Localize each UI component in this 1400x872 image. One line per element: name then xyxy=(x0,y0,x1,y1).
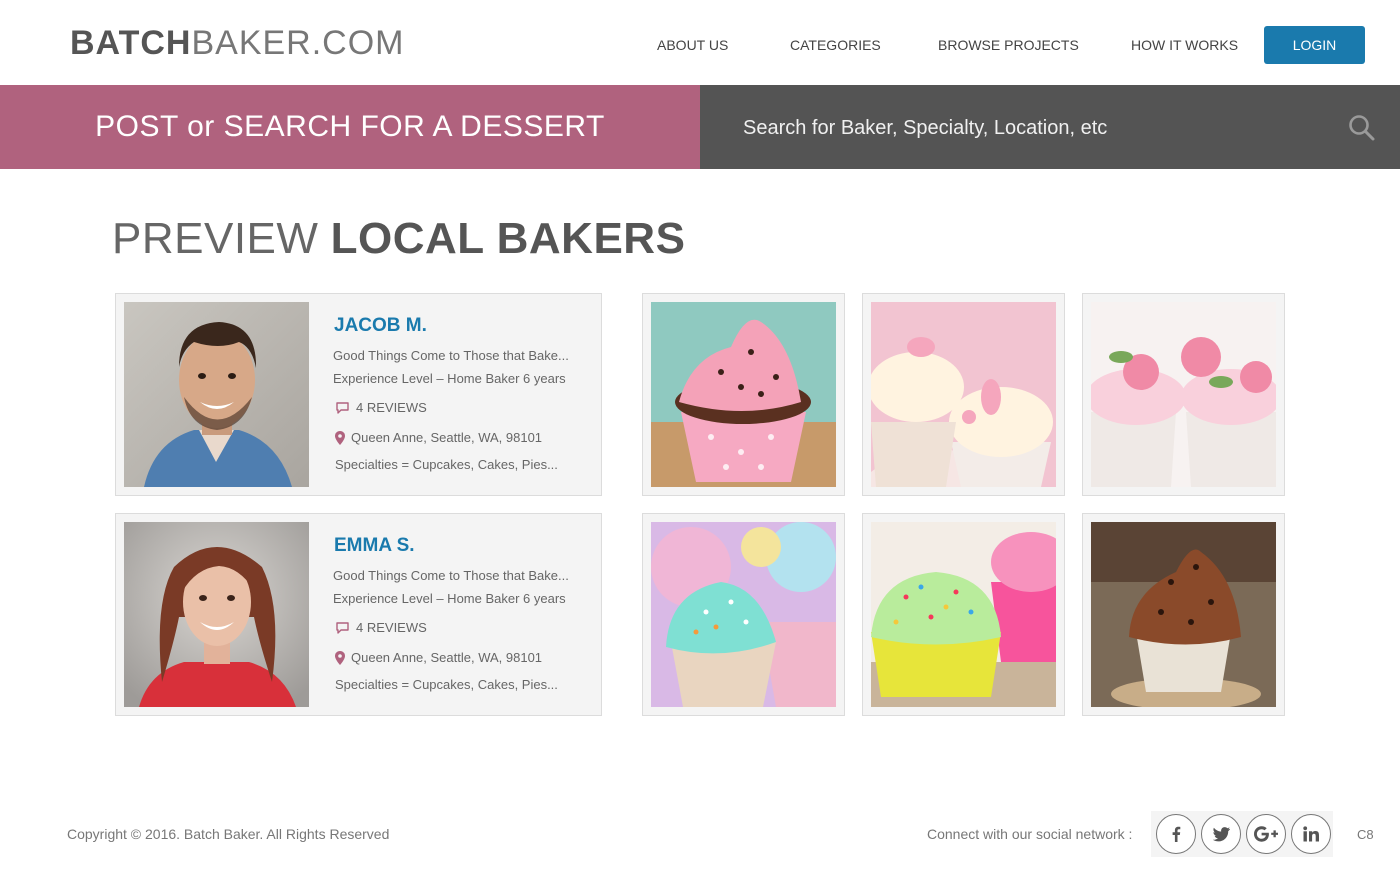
cupcake-image[interactable] xyxy=(1091,522,1276,707)
baker-avatar[interactable] xyxy=(124,302,309,487)
post-search-label: POST or SEARCH FOR A DESSERT xyxy=(95,110,605,143)
social-links xyxy=(1151,811,1333,857)
baker-card[interactable]: JACOB M. Good Things Come to Those that … xyxy=(115,293,602,496)
baker-location-label: Queen Anne, Seattle, WA, 98101 xyxy=(351,650,543,665)
baker-reviews[interactable]: 4 REVIEWS xyxy=(335,400,427,415)
dessert-tile[interactable] xyxy=(1082,293,1285,496)
dessert-tile[interactable] xyxy=(862,513,1065,716)
facebook-icon[interactable] xyxy=(1156,814,1196,854)
site-header: BATCHBAKER.COM ABOUT US CATEGORIES BROWS… xyxy=(0,0,1400,85)
speech-bubble-icon xyxy=(336,622,349,634)
site-logo[interactable]: BATCHBAKER.COM xyxy=(70,24,405,63)
google-plus-icon[interactable] xyxy=(1246,814,1286,854)
dessert-tile[interactable] xyxy=(1082,513,1285,716)
baker-name[interactable]: EMMA S. xyxy=(334,535,415,557)
baker-reviews-label: 4 REVIEWS xyxy=(356,400,427,415)
post-search-banner[interactable]: POST or SEARCH FOR A DESSERT xyxy=(0,85,700,169)
section-title-light: PREVIEW xyxy=(112,214,319,263)
nav-categories[interactable]: CATEGORIES xyxy=(790,37,881,53)
nav-about-us[interactable]: ABOUT US xyxy=(657,37,728,53)
logo-light-text: BAKER.COM xyxy=(191,24,405,62)
dessert-tile[interactable] xyxy=(642,513,845,716)
dessert-tile[interactable] xyxy=(642,293,845,496)
baker-specialties: Specialties = Cupcakes, Cakes, Pies... xyxy=(335,457,558,472)
baker-card[interactable]: EMMA S. Good Things Come to Those that B… xyxy=(115,513,602,716)
baker-experience: Experience Level – Home Baker 6 years xyxy=(333,591,566,606)
cupcake-image[interactable] xyxy=(651,522,836,707)
baker-location: Queen Anne, Seattle, WA, 98101 xyxy=(335,430,542,445)
search-bar xyxy=(700,85,1400,169)
corner-label: C8 xyxy=(1357,827,1374,842)
logo-bold-text: BATCH xyxy=(70,24,192,62)
cupcake-image[interactable] xyxy=(1091,302,1276,487)
speech-bubble-icon xyxy=(336,402,349,414)
baker-location-label: Queen Anne, Seattle, WA, 98101 xyxy=(351,430,543,445)
nav-browse-projects[interactable]: BROWSE PROJECTS xyxy=(938,37,1079,53)
map-pin-icon xyxy=(335,650,345,665)
login-button[interactable]: LOGIN xyxy=(1264,26,1365,64)
linkedin-icon[interactable] xyxy=(1291,814,1331,854)
baker-experience: Experience Level – Home Baker 6 years xyxy=(333,371,566,386)
baker-reviews-label: 4 REVIEWS xyxy=(356,620,427,635)
baker-location: Queen Anne, Seattle, WA, 98101 xyxy=(335,650,542,665)
section-title: PREVIEW LOCAL BAKERS xyxy=(112,214,685,264)
baker-avatar[interactable] xyxy=(124,522,309,707)
baker-tagline: Good Things Come to Those that Bake... xyxy=(333,568,569,583)
cupcake-image[interactable] xyxy=(871,522,1056,707)
search-input[interactable] xyxy=(743,109,1323,147)
social-connect-label: Connect with our social network : xyxy=(927,826,1133,842)
section-title-bold: LOCAL BAKERS xyxy=(330,214,686,263)
baker-name[interactable]: JACOB M. xyxy=(334,315,427,337)
baker-specialties: Specialties = Cupcakes, Cakes, Pies... xyxy=(335,677,558,692)
copyright-text: Copyright © 2016. Batch Baker. All Right… xyxy=(67,826,390,842)
baker-reviews[interactable]: 4 REVIEWS xyxy=(335,620,427,635)
baker-tagline: Good Things Come to Those that Bake... xyxy=(333,348,569,363)
nav-how-it-works[interactable]: HOW IT WORKS xyxy=(1131,37,1238,53)
twitter-icon[interactable] xyxy=(1201,814,1241,854)
dessert-tile[interactable] xyxy=(862,293,1065,496)
search-icon[interactable] xyxy=(1348,114,1376,142)
map-pin-icon xyxy=(335,430,345,445)
cupcake-image[interactable] xyxy=(651,302,836,487)
cupcake-image[interactable] xyxy=(871,302,1056,487)
